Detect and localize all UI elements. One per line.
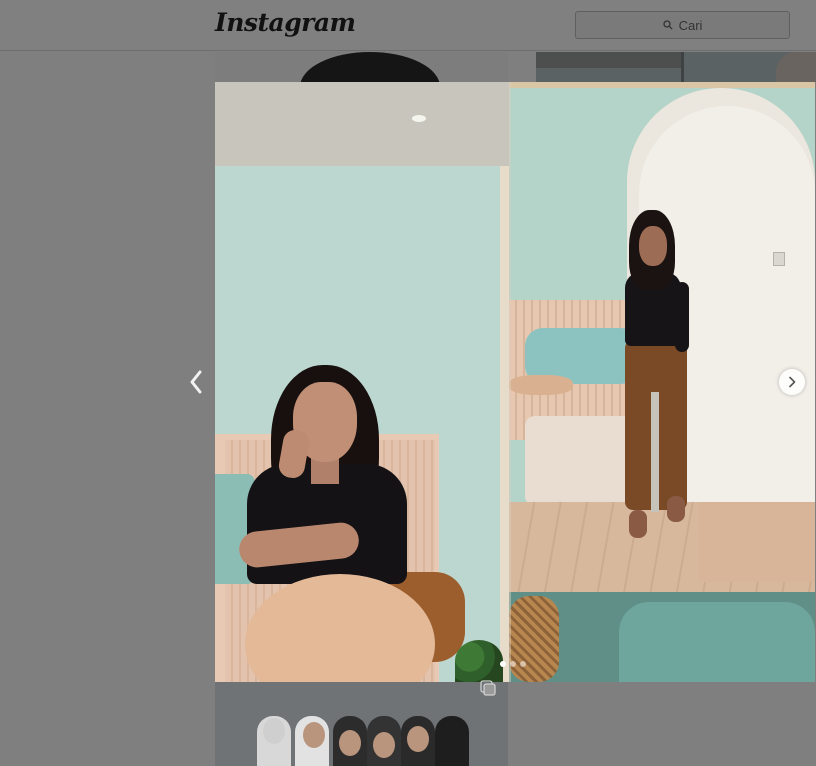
photo-detail: [373, 732, 395, 758]
photo-detail: [455, 640, 503, 682]
photo-detail: [500, 166, 509, 682]
photo-detail: [776, 52, 816, 82]
multiple-photos-icon: [480, 680, 496, 696]
photo-detail: [773, 252, 785, 266]
photo-detail: [215, 82, 509, 166]
photo-detail: [536, 52, 681, 68]
search-icon: [662, 20, 673, 30]
search-placeholder: Cari: [678, 17, 703, 33]
search-input[interactable]: Cari: [575, 11, 790, 39]
grid-post-thumbnail[interactable]: [215, 52, 508, 82]
photo-detail: [303, 722, 325, 748]
carousel-dot: [520, 661, 526, 667]
photo-detail: [509, 596, 559, 682]
instagram-logo[interactable]: Instagram: [215, 8, 356, 37]
photo-detail: [509, 82, 815, 88]
previous-slide-button[interactable]: [180, 366, 212, 398]
carousel-dot: [510, 661, 516, 667]
photo-detail: [667, 496, 685, 522]
photo-detail: [412, 115, 426, 122]
chevron-left-icon: [190, 370, 202, 394]
next-slide-button[interactable]: [779, 369, 805, 395]
photo-detail: [699, 502, 815, 582]
photo-detail: [675, 282, 689, 352]
carousel-photo-right: [509, 82, 815, 682]
carousel-indicator-dots: [500, 661, 534, 667]
photo-detail: [509, 375, 573, 395]
grid-post-thumbnail[interactable]: [215, 682, 508, 766]
photo-detail: [300, 52, 440, 82]
photo-divider: [509, 82, 511, 682]
carousel-photo-left: [215, 82, 509, 682]
photo-detail: [435, 716, 469, 766]
carousel-dot-active: [500, 661, 506, 667]
chevron-right-icon: [789, 376, 796, 388]
top-nav-bar: Instagram Cari: [0, 0, 816, 51]
photo-detail: [651, 392, 659, 512]
photo-detail: [263, 718, 285, 744]
photo-detail: [629, 510, 647, 538]
photo-detail: [339, 730, 361, 756]
photo-detail: [619, 602, 815, 682]
photo-detail: [407, 726, 429, 752]
photo-detail: [681, 52, 684, 82]
post-media-carousel[interactable]: [215, 82, 815, 682]
photo-detail: [639, 226, 667, 266]
grid-post-thumbnail[interactable]: [536, 52, 816, 82]
